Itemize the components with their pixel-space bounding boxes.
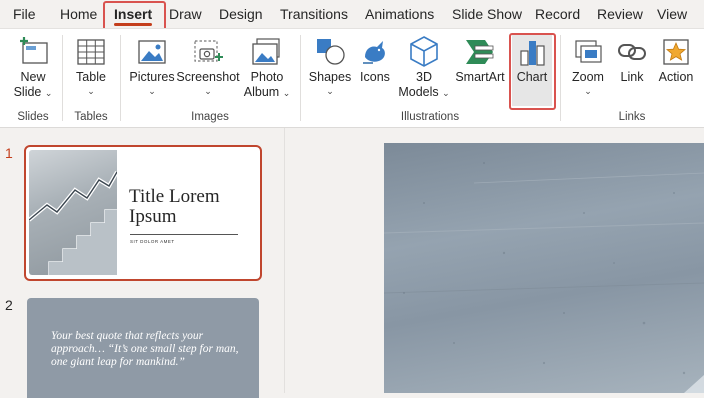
smartart-label: SmartArt [455, 70, 505, 84]
pictures-icon [137, 33, 167, 67]
photo-album-icon [251, 33, 283, 67]
new-slide-label-line2-wrap: Slide ⌄ [14, 85, 53, 100]
bar-chart-icon [518, 33, 546, 67]
photo-album-button[interactable]: Photo Album ⌄ [242, 33, 292, 107]
tab-design[interactable]: Design [219, 0, 263, 28]
3d-models-button[interactable]: 3D Models ⌄ [398, 33, 450, 107]
action-label: Action [658, 70, 694, 84]
tab-view[interactable]: View [657, 0, 687, 28]
zoom-label: Zoom [572, 70, 604, 84]
photo-album-label-line1: Photo [250, 70, 284, 84]
zoom-button[interactable]: Zoom ⌄ [566, 33, 610, 107]
shapes-button[interactable]: Shapes ⌄ [308, 33, 352, 107]
slide-thumbnail-2[interactable]: Your best quote that reflects your appro… [27, 298, 259, 398]
new-slide-button[interactable]: New Slide ⌄ [10, 33, 56, 107]
photo-album-label-line2: Album [243, 85, 280, 99]
slide-1-title-line1: Title Lorem [129, 186, 220, 207]
slide-number: 1 [5, 145, 13, 161]
3d-models-label-line2-wrap: Models ⌄ [398, 85, 449, 100]
shapes-icon [314, 33, 346, 67]
chevron-down-icon: ⌄ [442, 88, 450, 98]
menu-bar: File Home Insert Draw Design Transitions… [0, 0, 704, 28]
chevron-down-icon: ⌄ [44, 88, 53, 98]
icons-label: Icons [360, 70, 390, 84]
tab-file[interactable]: File [13, 0, 36, 28]
chart-button[interactable]: Chart [512, 33, 552, 106]
tab-insert-label: Insert [114, 6, 153, 22]
slide-1-subtitle: SIT DOLOR AMET [130, 239, 175, 244]
slide-editor-canvas[interactable] [384, 143, 704, 393]
screenshot-label: Screenshot [176, 70, 240, 84]
link-label: Link [620, 70, 644, 84]
slide-number: 2 [5, 297, 13, 313]
group-label-slides: Slides [17, 111, 49, 123]
photo-album-label-line2-wrap: Album ⌄ [244, 85, 290, 100]
table-icon [76, 33, 106, 67]
group-separator [120, 35, 121, 121]
slide-2-quote: Your best quote that reflects your appro… [51, 330, 239, 368]
link-icon [617, 33, 647, 67]
new-slide-label-line1: New [20, 70, 46, 84]
slide-1-title: Title Lorem Ipsum [129, 187, 220, 227]
zoom-icon [572, 33, 604, 67]
group-separator [300, 35, 301, 121]
tab-insert[interactable]: Insert [114, 0, 153, 28]
3d-models-label-line1: 3D [416, 70, 432, 84]
pictures-button[interactable]: Pictures ⌄ [128, 33, 176, 107]
screenshot-button[interactable]: Screenshot ⌄ [176, 33, 240, 107]
chevron-down-icon: ⌄ [148, 86, 156, 96]
table-label: Table [76, 70, 106, 84]
chevron-down-icon: ⌄ [87, 86, 95, 96]
tab-transitions[interactable]: Transitions [280, 0, 348, 28]
stairs-arrow-image [29, 150, 117, 275]
chart-label: Chart [516, 70, 548, 84]
group-label-illustrations: Illustrations [400, 111, 460, 123]
tab-slide-show[interactable]: Slide Show [452, 0, 522, 28]
group-label-tables: Tables [74, 111, 108, 123]
action-star-icon [661, 33, 691, 67]
active-tab-underline [114, 23, 153, 26]
group-label-images: Images [191, 111, 229, 123]
new-slide-label-line2: Slide [13, 85, 42, 99]
tab-review[interactable]: Review [597, 0, 643, 28]
ribbon: New Slide ⌄ Slides Table ⌄ Tables Pictur… [0, 28, 704, 128]
slide-thumbnail-1[interactable]: Title Lorem Ipsum SIT DOLOR AMET [24, 145, 262, 281]
tab-animations[interactable]: Animations [365, 0, 434, 28]
pane-divider[interactable] [284, 128, 285, 393]
3d-models-label-line2: Models [398, 85, 439, 99]
icons-bird-icon [359, 33, 391, 67]
link-button[interactable]: Link [614, 33, 650, 107]
smartart-button[interactable]: SmartArt [454, 33, 506, 107]
table-button[interactable]: Table ⌄ [70, 33, 112, 107]
slide-1-title-line2: Ipsum [129, 206, 177, 227]
shapes-label: Shapes [308, 70, 352, 84]
group-label-links: Links [618, 111, 646, 123]
concrete-wall-image [384, 162, 704, 393]
slide-thumbnails-pane: 1 Title Lorem Ipsum SIT DOLOR AMET 2 You… [0, 128, 284, 398]
chevron-down-icon: ⌄ [204, 86, 212, 96]
tab-draw[interactable]: Draw [169, 0, 202, 28]
chevron-down-icon: ⌄ [584, 86, 592, 96]
screenshot-icon [192, 33, 224, 67]
action-button[interactable]: Action [654, 33, 698, 107]
group-separator [560, 35, 561, 121]
icons-button[interactable]: Icons [355, 33, 395, 107]
chevron-down-icon: ⌄ [282, 88, 291, 98]
new-slide-icon [17, 33, 49, 67]
chevron-down-icon: ⌄ [326, 86, 334, 96]
tab-home[interactable]: Home [60, 0, 97, 28]
pictures-label: Pictures [129, 70, 175, 84]
group-separator [62, 35, 63, 121]
3d-cube-icon [409, 33, 439, 67]
tab-record[interactable]: Record [535, 0, 580, 28]
smartart-icon [463, 33, 497, 67]
title-divider [130, 234, 238, 235]
